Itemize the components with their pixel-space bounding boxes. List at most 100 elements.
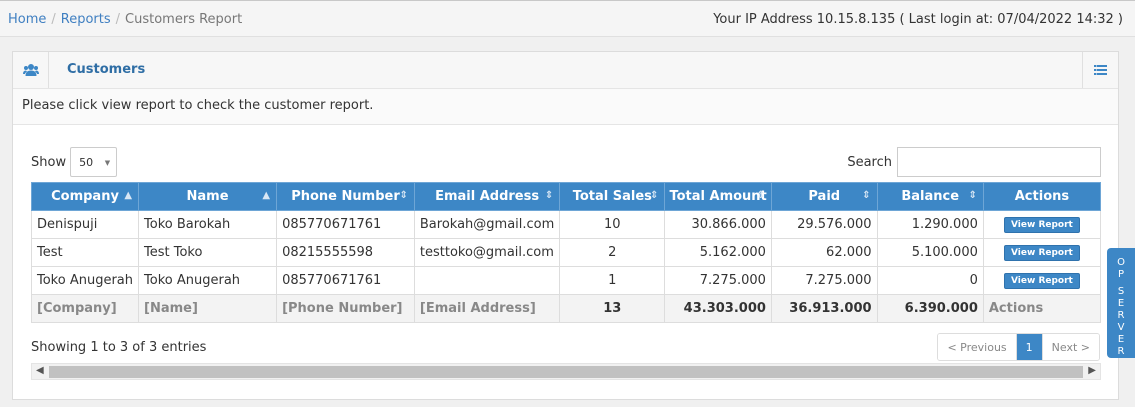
sort-both-icon: ⇕: [756, 190, 765, 201]
horizontal-scrollbar[interactable]: ◀ ▶: [31, 363, 1101, 380]
page-length-control: Show 50 ▼: [31, 147, 118, 177]
column-header-balance[interactable]: Balance ⇕: [876, 182, 984, 211]
cell-balance: 0: [876, 266, 984, 295]
footer-total-amount: 43.303.000: [664, 294, 772, 323]
scrollbar-thumb[interactable]: [49, 366, 1083, 378]
breadcrumb: Home / Reports / Customers Report: [8, 12, 242, 27]
cell-balance: 1.290.000: [876, 210, 984, 239]
cell-total-sales: 10: [559, 210, 666, 239]
side-tab-letter: O: [1117, 257, 1125, 268]
column-header-company[interactable]: Company ▲: [30, 182, 140, 211]
cell-total-amount: 5.162.000: [664, 238, 772, 267]
side-tab-letter: S: [1117, 286, 1125, 297]
cell-paid: 7.275.000: [770, 266, 878, 295]
cell-email: [413, 266, 561, 295]
side-tab-letter: E: [1117, 298, 1125, 309]
table-info: Showing 1 to 3 of 3 entries: [31, 340, 207, 355]
cell-actions: View Report: [982, 210, 1102, 239]
column-header-phone[interactable]: Phone Number ⇕: [276, 182, 415, 211]
side-tab-letter: V: [1117, 322, 1125, 333]
sort-asc-icon: ▲: [124, 190, 133, 201]
notice-text: Please click view report to check the cu…: [13, 89, 1118, 125]
footer-email: [Email Address]: [413, 294, 561, 323]
column-header-name[interactable]: Name ▲: [138, 182, 278, 211]
cell-company: Test: [30, 238, 140, 267]
cell-phone: 085770671761: [276, 266, 415, 295]
side-tab-letter: E: [1117, 334, 1125, 345]
search-label: Search: [847, 154, 892, 170]
op-server-tab[interactable]: O P S E R V E R: [1107, 248, 1135, 358]
page-length-select[interactable]: 50 ▼: [70, 147, 118, 177]
footer-balance: 6.390.000: [876, 294, 984, 323]
breadcrumb-current: Customers Report: [125, 12, 243, 27]
breadcrumb-separator: /: [115, 12, 121, 27]
page-length-value: 50: [79, 156, 94, 169]
search-input[interactable]: [897, 147, 1101, 177]
portlet-header: Customers: [13, 52, 1118, 89]
list-icon[interactable]: [1082, 52, 1118, 88]
table-header-row: Company ▲ Name ▲ Phone Number ⇕ Email Addre…: [30, 182, 1102, 211]
table-footer-row: [Company] [Name] [Phone Number] [Email A…: [30, 294, 1102, 323]
view-report-button[interactable]: View Report: [1004, 245, 1080, 261]
column-header-actions: Actions: [982, 182, 1102, 211]
side-tab-letter: R: [1117, 310, 1125, 321]
cell-total-sales: 2: [559, 238, 666, 267]
search-control: Search: [847, 147, 1101, 177]
footer-actions: Actions: [982, 294, 1102, 323]
cell-actions: View Report: [982, 238, 1102, 267]
sort-both-icon: ⇕: [968, 190, 977, 201]
sort-both-icon: ⇕: [862, 190, 871, 201]
footer-total-sales: 13: [559, 294, 666, 323]
scroll-left-icon[interactable]: ◀: [36, 365, 44, 376]
customers-table: Company ▲ Name ▲ Phone Number ⇕ Email Addre…: [30, 182, 1102, 323]
footer-paid: 36.913.000: [770, 294, 878, 323]
table-row: Denispuji Toko Barokah 085770671761 Baro…: [30, 210, 1102, 239]
breadcrumb-reports[interactable]: Reports: [61, 12, 111, 27]
view-report-button[interactable]: View Report: [1004, 217, 1080, 233]
sort-asc-icon: ▲: [262, 190, 271, 201]
column-header-email[interactable]: Email Address ⇕: [413, 182, 561, 211]
sort-both-icon: ⇕: [649, 190, 659, 201]
cell-name: Toko Anugerah: [138, 266, 278, 295]
footer-company: [Company]: [30, 294, 140, 323]
column-header-paid[interactable]: Paid ⇕: [770, 182, 878, 211]
cell-phone: 08215555598: [276, 238, 415, 267]
table-row: Toko Anugerah Toko Anugerah 085770671761…: [30, 266, 1102, 295]
cell-total-amount: 7.275.000: [664, 266, 772, 295]
pagination: < Previous 1 Next >: [937, 333, 1100, 361]
cell-paid: 29.576.000: [770, 210, 878, 239]
table-row: Test Test Toko 08215555598 testtoko@gmai…: [30, 238, 1102, 267]
cell-total-sales: 1: [559, 266, 666, 295]
page-1-button[interactable]: 1: [1016, 334, 1042, 360]
breadcrumb-home[interactable]: Home: [8, 12, 46, 27]
side-tab-letter: P: [1117, 269, 1125, 280]
chevron-down-icon: ▼: [104, 159, 111, 167]
column-header-total-sales[interactable]: Total Sales ⇕: [559, 182, 666, 211]
portlet-title: Customers: [67, 62, 146, 77]
scroll-right-icon[interactable]: ▶: [1088, 365, 1096, 376]
cell-email: testtoko@gmail.com: [413, 238, 561, 267]
show-label: Show: [31, 154, 67, 170]
column-header-total-amount[interactable]: Total Amount ⇕: [664, 182, 772, 211]
cell-actions: View Report: [982, 266, 1102, 295]
sort-both-icon: ⇕: [399, 190, 408, 201]
next-page-button[interactable]: Next >: [1041, 334, 1099, 360]
cell-company: Toko Anugerah: [30, 266, 140, 295]
cell-email: Barokah@gmail.com: [413, 210, 561, 239]
view-report-button[interactable]: View Report: [1004, 273, 1080, 289]
cell-name: Test Toko: [138, 238, 278, 267]
previous-page-button[interactable]: < Previous: [938, 334, 1017, 360]
cell-company: Denispuji: [30, 210, 140, 239]
top-bar: Home / Reports / Customers Report Your IP Ad…: [0, 1, 1135, 37]
ip-login-info: Your IP Address 10.15.8.135 ( Last login…: [713, 12, 1123, 27]
cell-name: Toko Barokah: [138, 210, 278, 239]
cell-paid: 62.000: [770, 238, 878, 267]
footer-phone: [Phone Number]: [276, 294, 415, 323]
users-icon: [13, 52, 49, 88]
footer-name: [Name]: [138, 294, 278, 323]
side-tab-letter: R: [1117, 346, 1125, 357]
sort-both-icon: ⇕: [544, 190, 554, 201]
cell-phone: 085770671761: [276, 210, 415, 239]
cell-balance: 5.100.000: [876, 238, 984, 267]
cell-total-amount: 30.866.000: [664, 210, 772, 239]
